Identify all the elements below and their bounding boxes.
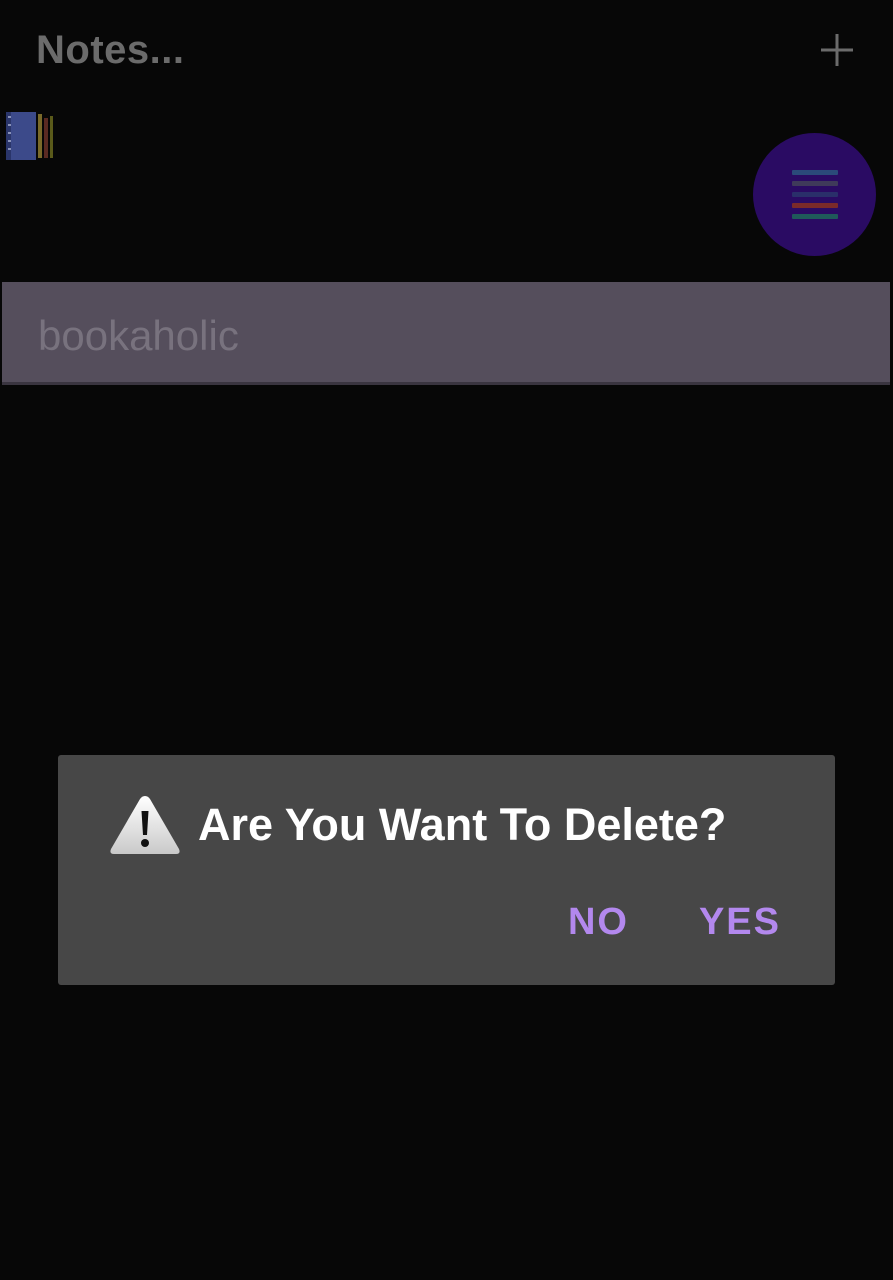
menu-fab-button[interactable] (753, 133, 876, 256)
app-title: Notes... (36, 28, 185, 72)
note-item[interactable]: bookaholic (2, 282, 890, 385)
yes-button[interactable]: YES (699, 901, 781, 944)
note-title: bookaholic (38, 312, 239, 359)
delete-confirm-dialog: Are You Want To Delete? NO YES (58, 755, 835, 985)
dialog-message: Are You Want To Delete? (198, 799, 727, 850)
dialog-header: Are You Want To Delete? (108, 793, 726, 857)
add-note-button[interactable] (813, 26, 861, 74)
colored-list-icon (791, 169, 838, 219)
no-button[interactable]: NO (568, 901, 629, 944)
warning-icon (110, 796, 180, 854)
plus-icon (821, 34, 853, 66)
notebook-icon (4, 110, 54, 162)
dialog-actions: NO YES (568, 901, 781, 944)
